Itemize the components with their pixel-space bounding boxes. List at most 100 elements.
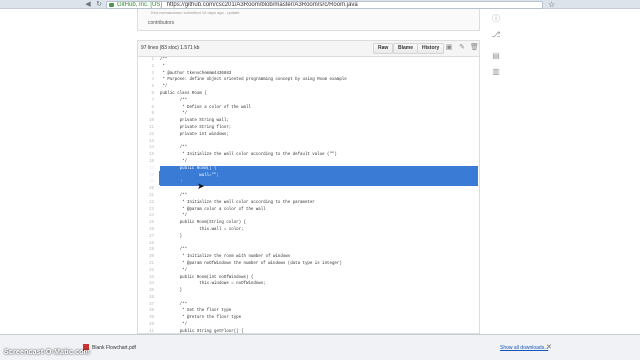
line-number[interactable]: 31 bbox=[138, 261, 154, 268]
book-icon[interactable]: ▤ bbox=[491, 51, 501, 61]
history-button[interactable]: History bbox=[417, 43, 445, 54]
line-code: /** bbox=[160, 193, 188, 198]
line-code: * Define a color of the wall bbox=[160, 105, 251, 110]
line-number[interactable]: 1 bbox=[138, 57, 154, 64]
watermark-text: Screencast-O-Matic.com bbox=[4, 349, 91, 356]
code-line: 40 */ bbox=[138, 322, 479, 329]
line-number[interactable]: 25 bbox=[138, 220, 154, 227]
line-number[interactable]: 3 bbox=[138, 71, 154, 78]
code-line: 1 /** bbox=[138, 57, 479, 64]
line-number[interactable]: 4 bbox=[138, 77, 154, 84]
code-line: 27 } bbox=[138, 234, 479, 241]
code-line: 18 wall=""; bbox=[138, 172, 479, 180]
line-number[interactable]: 6 bbox=[138, 91, 154, 98]
code-line: 29 /** bbox=[138, 247, 479, 254]
line-code: */ bbox=[160, 112, 188, 117]
line-number[interactable]: 21 bbox=[138, 193, 154, 200]
line-code: /** bbox=[160, 98, 188, 103]
line-code: /** bbox=[160, 302, 188, 307]
line-number[interactable]: 16 bbox=[138, 159, 154, 166]
line-number[interactable]: 34 bbox=[138, 281, 154, 288]
line-code: this.windows = noOfWindows; bbox=[160, 282, 266, 287]
line-number[interactable]: 15 bbox=[138, 152, 154, 159]
trash-icon[interactable]: 🗑 bbox=[470, 44, 479, 52]
line-number[interactable]: 32 bbox=[138, 268, 154, 275]
edit-pencil-icon[interactable]: ✎ bbox=[458, 44, 466, 52]
address-bar[interactable]: GitHub, Inc. [US] https://github.com/csc… bbox=[106, 1, 543, 9]
line-number[interactable]: 19 bbox=[138, 179, 154, 186]
line-number[interactable]: 38 bbox=[138, 308, 154, 315]
star-icon[interactable]: ☆ bbox=[548, 0, 555, 9]
line-number[interactable]: 36 bbox=[138, 295, 154, 302]
code-line: 3 * @author tkenschemmm4436883 bbox=[138, 71, 479, 78]
line-number[interactable]: 9 bbox=[138, 111, 154, 118]
contributors-box: Kira mcmanamon submitted 14 days ago - u… bbox=[137, 9, 480, 31]
line-number[interactable]: 14 bbox=[138, 145, 154, 152]
line-number[interactable]: 10 bbox=[138, 118, 154, 125]
line-number[interactable]: 11 bbox=[138, 125, 154, 132]
graph-icon[interactable]: ▥ bbox=[491, 67, 501, 77]
line-number[interactable]: 7 bbox=[138, 98, 154, 105]
info-icon[interactable]: ⓘ bbox=[491, 14, 501, 24]
line-number[interactable]: 33 bbox=[138, 275, 154, 282]
line-code: * @author tkenschemmm4436883 bbox=[160, 71, 232, 76]
line-number[interactable]: 30 bbox=[138, 254, 154, 261]
line-number[interactable]: 39 bbox=[138, 315, 154, 322]
line-number[interactable]: 23 bbox=[138, 207, 154, 214]
contributors-link[interactable]: contributors bbox=[148, 20, 174, 26]
line-number[interactable]: 22 bbox=[138, 200, 154, 207]
download-item[interactable]: Blank Flowchart.pdf bbox=[83, 342, 183, 354]
line-code: public Room() { bbox=[160, 165, 478, 173]
line-code: */ bbox=[160, 214, 188, 219]
reload-icon[interactable]: ↻ bbox=[95, 1, 103, 8]
blame-button[interactable]: Blame bbox=[393, 43, 419, 54]
line-number[interactable]: 24 bbox=[138, 213, 154, 220]
line-number[interactable]: 40 bbox=[138, 322, 154, 329]
line-number[interactable]: 17 bbox=[138, 166, 154, 173]
line-number[interactable]: 2 bbox=[138, 64, 154, 71]
line-number[interactable]: 12 bbox=[138, 132, 154, 139]
line-code: * Initialize the wall color according to… bbox=[160, 200, 315, 205]
code-line: 8 * Define a color of the wall bbox=[138, 105, 479, 112]
line-code: public Room(int noOfWindows) { bbox=[160, 275, 254, 280]
code-line: 20 bbox=[138, 186, 479, 193]
line-number[interactable]: 28 bbox=[138, 241, 154, 248]
show-all-downloads-link[interactable]: Show all downloads... bbox=[500, 345, 548, 351]
line-code: */ bbox=[160, 268, 188, 273]
line-number[interactable]: 8 bbox=[138, 105, 154, 112]
line-code: * @param noOfWindows the number of windo… bbox=[160, 261, 342, 266]
selection-highlight bbox=[159, 171, 181, 185]
code-blob: 1/** 2 * 3 * @author tkenschemmm4436883 4 *… bbox=[137, 56, 480, 334]
close-icon[interactable]: ✕ bbox=[546, 343, 552, 351]
line-number[interactable]: 35 bbox=[138, 288, 154, 295]
code-line: 38 * Get the floor type bbox=[138, 308, 479, 315]
pull-request-icon[interactable]: ⎇ bbox=[491, 30, 501, 40]
code-line: 25 public Room(String color) { bbox=[138, 220, 479, 227]
line-number[interactable]: 27 bbox=[138, 234, 154, 241]
code-line: 12 private int windows; bbox=[138, 132, 479, 139]
line-number[interactable]: 26 bbox=[138, 227, 154, 234]
back-arrow-icon[interactable]: ◀ bbox=[84, 1, 92, 8]
line-number[interactable]: 37 bbox=[138, 302, 154, 309]
line-code: /** bbox=[160, 248, 188, 253]
line-number[interactable]: 18 bbox=[138, 173, 154, 180]
line-code: this.wall = color; bbox=[160, 227, 244, 232]
line-code: * @return the floor type bbox=[160, 316, 242, 321]
code-line: 30 * Initialize the room with number of … bbox=[138, 254, 479, 261]
line-number[interactable]: 20 bbox=[138, 186, 154, 193]
line-code: } bbox=[160, 234, 183, 239]
lock-icon bbox=[109, 3, 114, 7]
code-line: 7 /** bbox=[138, 98, 479, 105]
line-number[interactable]: 5 bbox=[138, 84, 154, 91]
line-code: public Room(String color) { bbox=[160, 221, 246, 226]
left-margin bbox=[0, 9, 137, 334]
code-line: 33 public Room(int noOfWindows) { bbox=[138, 275, 479, 282]
line-number[interactable]: 29 bbox=[138, 247, 154, 254]
code-line: 39 * @return the floor type bbox=[138, 315, 479, 322]
desktop-icon[interactable]: ▣ bbox=[445, 44, 453, 52]
line-code: * bbox=[160, 64, 165, 69]
line-code: * Get the floor type bbox=[160, 309, 232, 314]
raw-button[interactable]: Raw bbox=[373, 43, 394, 54]
line-number[interactable]: 13 bbox=[138, 139, 154, 146]
line-code: * Initialize the wall color according to… bbox=[160, 153, 337, 158]
